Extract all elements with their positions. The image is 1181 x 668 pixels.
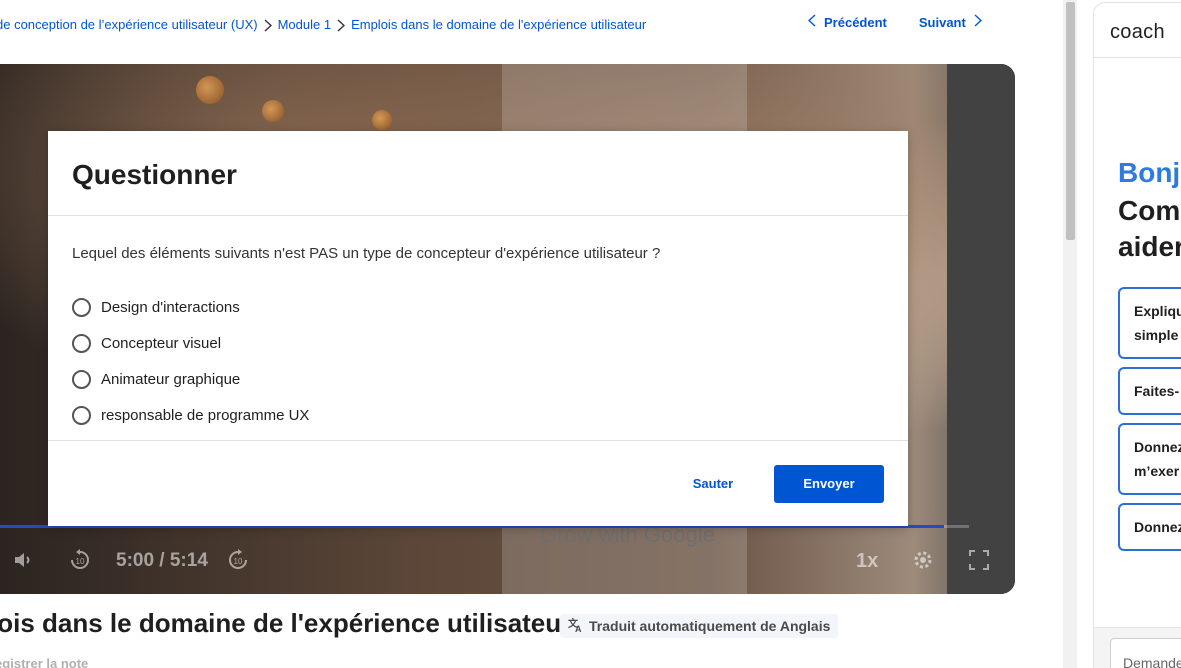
breadcrumb-module[interactable]: Module 1 xyxy=(278,17,331,32)
next-button[interactable]: Suivant xyxy=(919,14,982,30)
quiz-option[interactable]: responsable de programme UX xyxy=(72,397,309,433)
chevron-right-icon xyxy=(258,16,278,32)
fullscreen-icon[interactable] xyxy=(967,548,991,577)
coach-suggestion[interactable]: Donnez xyxy=(1118,503,1181,551)
quiz-modal: Questionner Lequel des éléments suivants… xyxy=(48,131,908,526)
translate-icon: 文A xyxy=(568,617,584,636)
suggestion-text: simple xyxy=(1134,327,1179,343)
breadcrumb: de conception de l’expérience utilisateu… xyxy=(0,14,646,34)
lamp-decoration xyxy=(262,100,284,122)
suggestion-text: Expliqu xyxy=(1134,303,1181,319)
svg-text:10: 10 xyxy=(76,557,85,566)
save-note-link[interactable]: registrer la note xyxy=(0,656,88,668)
rewind-10-icon[interactable]: 10 xyxy=(68,548,92,577)
coach-suggestion[interactable]: Donnez m’exer xyxy=(1118,423,1181,495)
lamp-decoration xyxy=(196,76,224,104)
option-label: Concepteur visuel xyxy=(101,334,222,352)
coach-footer: Demande xyxy=(1094,627,1181,668)
quiz-options: Design d'interactions Concepteur visuel … xyxy=(72,289,309,433)
radio-button[interactable] xyxy=(72,405,91,425)
chevron-right-icon xyxy=(974,14,982,30)
coach-suggestion[interactable]: Faites- xyxy=(1118,367,1181,415)
page: de conception de l’expérience utilisateu… xyxy=(0,0,1181,668)
lesson-pager: Précédent Suivant xyxy=(807,14,982,30)
svg-text:10: 10 xyxy=(234,557,243,566)
video-time: 5:00 / 5:14 xyxy=(116,550,208,571)
coach-input[interactable]: Demande xyxy=(1110,638,1181,668)
skip-button[interactable]: Sauter xyxy=(678,465,748,503)
quiz-option[interactable]: Design d'interactions xyxy=(72,289,309,325)
option-label: Design d'interactions xyxy=(101,298,240,316)
next-label: Suivant xyxy=(918,14,966,30)
quiz-option[interactable]: Animateur graphique xyxy=(72,361,309,397)
chevron-right-icon xyxy=(331,16,351,32)
quiz-option[interactable]: Concepteur visuel xyxy=(72,325,309,361)
lesson-title: lois dans le domaine de l'expérience uti… xyxy=(0,608,572,638)
previous-button[interactable]: Précédent xyxy=(807,14,887,30)
scrollbar-thumb[interactable] xyxy=(1066,2,1075,240)
radio-button[interactable] xyxy=(72,333,91,353)
svg-text:A: A xyxy=(575,624,582,633)
breadcrumb-lesson[interactable]: Emplois dans le domaine de l'expérience … xyxy=(351,17,646,32)
playback-speed[interactable]: 1x xyxy=(856,550,878,573)
suggestion-text: m’exer xyxy=(1134,463,1180,479)
chevron-left-icon xyxy=(807,14,816,30)
gear-icon[interactable] xyxy=(911,548,935,577)
previous-label: Précédent xyxy=(824,14,887,30)
suggestion-text: Donnez xyxy=(1134,519,1181,535)
coach-greeting: Bonjo xyxy=(1118,157,1181,188)
submit-button[interactable]: Envoyer xyxy=(774,465,884,503)
page-scrollbar[interactable] xyxy=(1063,0,1077,668)
breadcrumb-course[interactable]: de conception de l’expérience utilisateu… xyxy=(0,17,258,32)
translation-badge-label: Traduit automatiquement de Anglais xyxy=(589,618,831,634)
video-controls: 10 5:00 / 5:14 10 1x xyxy=(0,528,1015,594)
option-label: Animateur graphique xyxy=(101,370,241,388)
coach-title: coach xyxy=(1110,21,1165,43)
translation-badge[interactable]: 文A Traduit automatiquement de Anglais xyxy=(560,614,839,638)
video-letterbox xyxy=(947,64,1015,594)
quiz-title: Questionner xyxy=(72,159,237,190)
forward-10-icon[interactable]: 10 xyxy=(226,548,250,577)
radio-button[interactable] xyxy=(72,297,91,317)
radio-button[interactable] xyxy=(72,369,91,389)
divider xyxy=(1094,57,1181,58)
suggestion-text: Donnez xyxy=(1134,439,1181,455)
divider xyxy=(48,215,908,216)
coach-help-line: aider xyxy=(1118,231,1181,262)
divider xyxy=(48,440,908,441)
quiz-question: Lequel des éléments suivants n'est PAS u… xyxy=(72,245,661,262)
coach-help-text: Comm aider xyxy=(1118,193,1181,265)
lamp-decoration xyxy=(372,110,392,130)
option-label: responsable de programme UX xyxy=(101,406,310,424)
volume-icon[interactable] xyxy=(12,548,36,577)
suggestion-text: Faites- xyxy=(1134,383,1180,399)
coach-panel: coach Bonjo Comm aider Expliqu simple Fa… xyxy=(1093,2,1181,668)
coach-suggestion[interactable]: Expliqu simple xyxy=(1118,287,1181,359)
coach-help-line: Comm xyxy=(1118,195,1181,226)
